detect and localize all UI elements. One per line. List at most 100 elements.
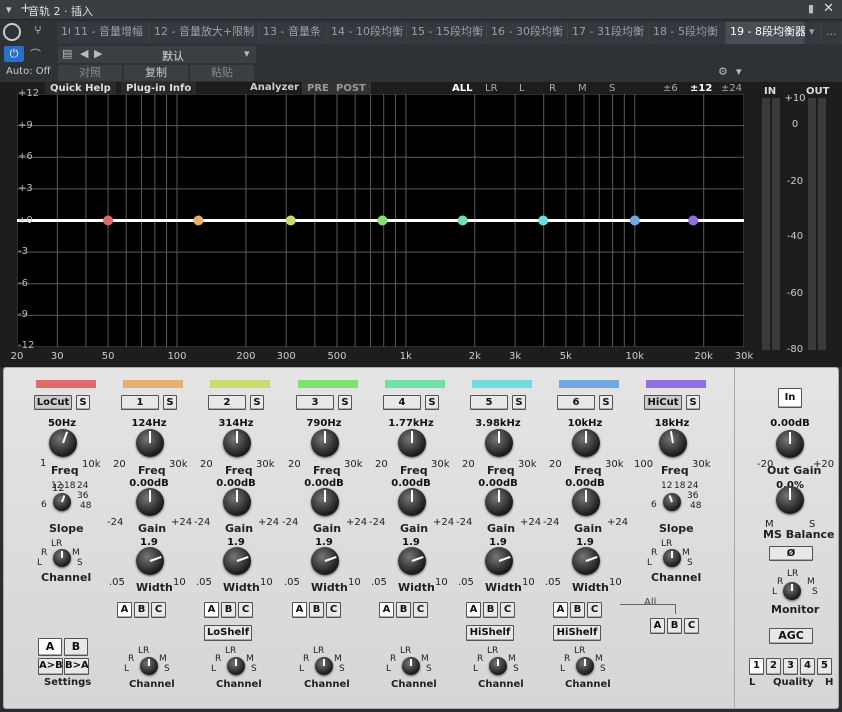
- tab-2[interactable]: 12 - 音量放大+限制: [150, 22, 259, 44]
- band-abc-a-button[interactable]: A: [553, 602, 568, 618]
- all-a-button[interactable]: A: [650, 618, 665, 634]
- band-enable-button[interactable]: LoCut: [34, 395, 72, 410]
- freq-value[interactable]: 790Hz: [299, 418, 349, 429]
- freq-knob[interactable]: [398, 429, 426, 457]
- band-abc-c-button[interactable]: C: [413, 602, 428, 618]
- band-enable-button[interactable]: HiCut: [644, 395, 682, 410]
- shelf-button[interactable]: LoShelf: [204, 625, 252, 641]
- shelf-button[interactable]: HiShelf: [553, 625, 601, 641]
- channel-knob[interactable]: [53, 549, 71, 567]
- tab-9[interactable]: 19 - 8段均衡器: [726, 22, 806, 44]
- tab-0[interactable]: 10: [57, 22, 75, 44]
- band-node-0[interactable]: [103, 215, 114, 226]
- band-abc-a-button[interactable]: A: [117, 602, 132, 618]
- freq-knob[interactable]: [485, 429, 513, 457]
- band-node-2[interactable]: [285, 215, 296, 226]
- band-solo-button[interactable]: S: [250, 395, 264, 410]
- freq-knob[interactable]: [136, 429, 164, 457]
- gain-knob[interactable]: [485, 488, 513, 516]
- setting-b-button[interactable]: B: [64, 638, 88, 656]
- band-node-4[interactable]: [457, 215, 468, 226]
- tab-7[interactable]: 17 - 31段均衡: [568, 22, 649, 44]
- next-preset-icon[interactable]: ▶: [94, 47, 102, 60]
- slope-knob[interactable]: [663, 493, 681, 511]
- preset-list-icon[interactable]: ▤: [62, 47, 72, 60]
- band-node-7[interactable]: [688, 215, 699, 226]
- band-enable-button[interactable]: 2: [208, 395, 246, 410]
- freq-knob[interactable]: [659, 429, 687, 457]
- freq-knob[interactable]: [223, 429, 251, 457]
- bypass-icon[interactable]: ⌒: [30, 46, 41, 62]
- all-b-button[interactable]: B: [667, 618, 682, 634]
- b-to-a-button[interactable]: B>A: [64, 658, 89, 675]
- band-abc-a-button[interactable]: A: [204, 602, 219, 618]
- freq-value[interactable]: 10kHz: [560, 418, 610, 429]
- all-c-button[interactable]: C: [684, 618, 699, 634]
- close-icon[interactable]: ✕: [823, 1, 834, 16]
- tab-1[interactable]: 11 - 音量增幅: [70, 22, 150, 44]
- routing-icon[interactable]: ⑂: [27, 23, 49, 41]
- band-enable-button[interactable]: 5: [470, 395, 508, 410]
- freq-value[interactable]: 124Hz: [124, 418, 174, 429]
- band-solo-button[interactable]: S: [686, 395, 700, 410]
- freq-value[interactable]: 50Hz: [37, 418, 87, 429]
- band-abc-a-button[interactable]: A: [379, 602, 394, 618]
- out-gain-value[interactable]: 0.00dB: [765, 418, 815, 429]
- band-abc-c-button[interactable]: C: [500, 602, 515, 618]
- band-solo-button[interactable]: S: [512, 395, 526, 410]
- band-node-6[interactable]: [629, 215, 640, 226]
- band-enable-button[interactable]: 4: [383, 395, 421, 410]
- eq-graph[interactable]: [17, 94, 744, 347]
- in-button[interactable]: In: [778, 388, 802, 408]
- menu-dropdown-icon[interactable]: ▾: [6, 3, 12, 16]
- agc-button[interactable]: AGC: [769, 628, 813, 644]
- channel-view-all-button[interactable]: ALL: [452, 83, 472, 94]
- band-abc-c-button[interactable]: C: [326, 602, 341, 618]
- setting-a-button[interactable]: A: [38, 638, 62, 656]
- freq-knob[interactable]: [311, 429, 339, 457]
- band-abc-c-button[interactable]: C: [238, 602, 253, 618]
- band-abc-b-button[interactable]: B: [483, 602, 498, 618]
- tab-6[interactable]: 16 - 30段均衡: [487, 22, 568, 44]
- quality-3-button[interactable]: 3: [783, 658, 798, 675]
- band-enable-button[interactable]: 6: [557, 395, 595, 410]
- tab-8[interactable]: 18 - 5段均衡: [649, 22, 726, 44]
- copy-button[interactable]: 复制: [124, 65, 188, 81]
- band-abc-b-button[interactable]: B: [309, 602, 324, 618]
- width-knob[interactable]: [136, 547, 164, 575]
- width-knob[interactable]: [485, 547, 513, 575]
- slope-knob[interactable]: [53, 493, 71, 511]
- gain-knob[interactable]: [136, 488, 164, 516]
- monitor-knob[interactable]: [783, 582, 801, 600]
- auto-status[interactable]: Auto: Off: [6, 66, 51, 77]
- shelf-button[interactable]: HiShelf: [466, 625, 514, 641]
- tab-3[interactable]: 13 - 音量条: [259, 22, 327, 44]
- band-abc-c-button[interactable]: C: [587, 602, 602, 618]
- out-gain-knob[interactable]: [776, 430, 804, 458]
- channel-view-m-button[interactable]: M: [578, 83, 587, 94]
- freq-value[interactable]: 314Hz: [211, 418, 261, 429]
- chevron-down-icon[interactable]: ▾: [244, 47, 250, 60]
- channel-view-lr-button[interactable]: LR: [485, 83, 498, 94]
- quality-2-button[interactable]: 2: [766, 658, 781, 675]
- gain-knob[interactable]: [311, 488, 339, 516]
- tab-10[interactable]: ▾: [805, 22, 822, 44]
- band-abc-a-button[interactable]: A: [292, 602, 307, 618]
- pin-icon[interactable]: ▮: [808, 2, 814, 15]
- band-abc-b-button[interactable]: B: [221, 602, 236, 618]
- band-abc-b-button[interactable]: B: [134, 602, 149, 618]
- channel-view-r-button[interactable]: R: [549, 83, 556, 94]
- band-abc-c-button[interactable]: C: [151, 602, 166, 618]
- tab-5[interactable]: 15 - 15段均衡: [407, 22, 487, 44]
- tab-11[interactable]: ...: [822, 22, 842, 44]
- band-solo-button[interactable]: S: [163, 395, 177, 410]
- freq-knob[interactable]: [572, 429, 600, 457]
- quality-4-button[interactable]: 4: [800, 658, 815, 675]
- range-button-2[interactable]: ±24: [721, 83, 742, 94]
- freq-knob[interactable]: [49, 429, 77, 457]
- quality-1-button[interactable]: 1: [749, 658, 764, 675]
- range-button-1[interactable]: ±12: [690, 83, 712, 94]
- power-history-icon[interactable]: [3, 23, 21, 41]
- width-knob[interactable]: [572, 547, 600, 575]
- compare-button[interactable]: 对照: [58, 65, 122, 81]
